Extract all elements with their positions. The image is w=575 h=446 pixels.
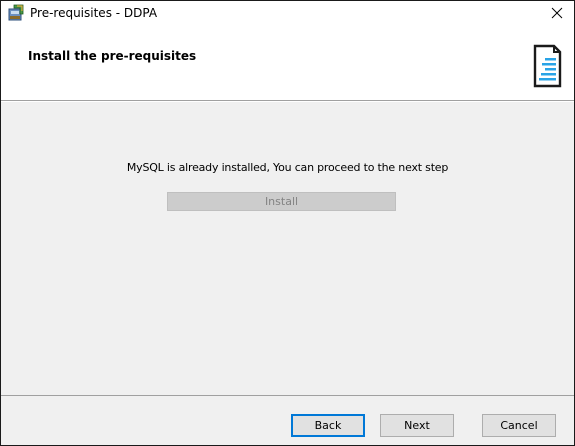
- cancel-button[interactable]: Cancel: [482, 414, 556, 437]
- next-button[interactable]: Next: [380, 414, 454, 437]
- installer-window: Pre-requisites - DDPA Install the pre-re…: [0, 0, 575, 446]
- back-button[interactable]: Back: [291, 414, 365, 437]
- document-lines-icon: [533, 44, 562, 88]
- install-button[interactable]: Install: [167, 192, 396, 211]
- button-bar: Back Next Cancel: [1, 396, 574, 445]
- close-button[interactable]: [540, 1, 574, 25]
- dialog-header: Install the pre-requisites: [1, 25, 574, 100]
- status-message: MySQL is already installed, You can proc…: [126, 161, 449, 174]
- close-icon: [551, 7, 563, 19]
- window-title: Pre-requisites - DDPA: [30, 6, 158, 20]
- installer-app-icon: [8, 4, 24, 21]
- header-divider-highlight: [1, 101, 574, 102]
- page-title: Install the pre-requisites: [28, 49, 197, 63]
- title-bar: Pre-requisites - DDPA: [1, 1, 574, 25]
